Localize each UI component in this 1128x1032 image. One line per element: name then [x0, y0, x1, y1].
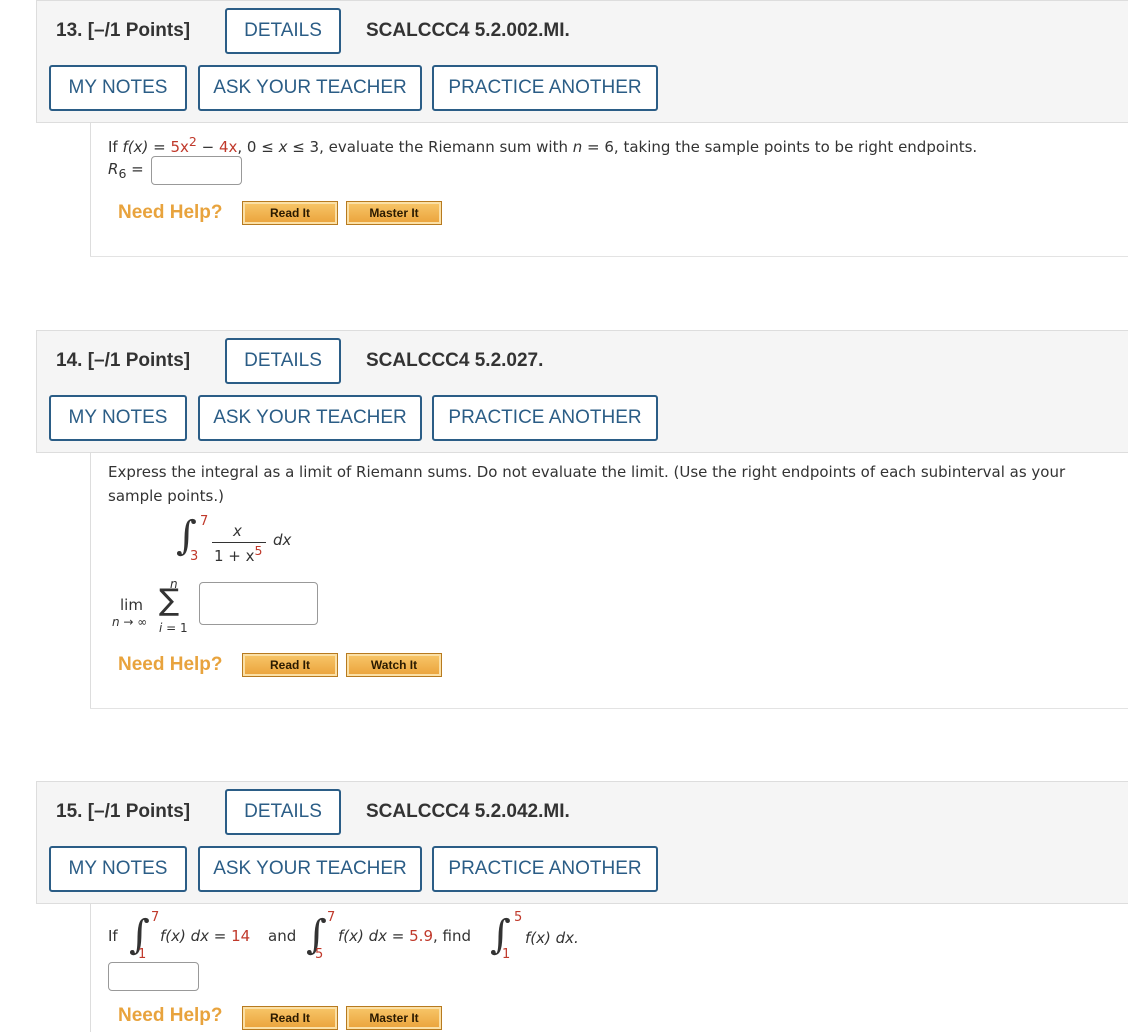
read-it-button[interactable]: Read It [242, 1006, 338, 1030]
question-15-header: 15. [–/1 Points] DETAILS SCALCCC4 5.2.04… [36, 781, 1128, 904]
need-help-label: Need Help? [118, 654, 223, 675]
ask-teacher-button[interactable]: ASK YOUR TEACHER [198, 395, 422, 441]
my-notes-button[interactable]: MY NOTES [49, 395, 187, 441]
ask-teacher-button[interactable]: ASK YOUR TEACHER [198, 65, 422, 111]
question-15-code: SCALCCC4 5.2.042.MI. [366, 801, 570, 822]
details-button[interactable]: DETAILS [225, 338, 341, 384]
integral-upper-limit: 7 [327, 910, 336, 925]
integral-upper-limit: 5 [514, 910, 523, 925]
practice-another-button[interactable]: PRACTICE ANOTHER [432, 65, 658, 111]
lim-subscript: n → ∞ [112, 615, 148, 629]
question-14-title: 14. [–/1 Points] [56, 350, 191, 371]
master-it-button[interactable]: Master It [346, 201, 442, 225]
question-15-title: 15. [–/1 Points] [56, 801, 191, 822]
question-13-code: SCALCCC4 5.2.002.MI. [366, 20, 570, 41]
practice-another-button[interactable]: PRACTICE ANOTHER [432, 846, 658, 892]
answer-input[interactable] [151, 156, 242, 185]
practice-another-button[interactable]: PRACTICE ANOTHER [432, 395, 658, 441]
integral-upper-limit: 7 [200, 514, 209, 529]
my-notes-button[interactable]: MY NOTES [49, 846, 187, 892]
question-14-code: SCALCCC4 5.2.027. [366, 350, 544, 371]
integral-lower-limit: 1 [502, 947, 511, 962]
need-help-label: Need Help? [118, 1005, 223, 1026]
question-14-header: 14. [–/1 Points] DETAILS SCALCCC4 5.2.02… [36, 330, 1128, 453]
divider [90, 256, 1128, 257]
question-13-title: 13. [–/1 Points] [56, 20, 191, 41]
if-label: If [108, 927, 118, 945]
sum-lower-index: i = 1 [159, 621, 188, 635]
fraction-numerator: x [233, 522, 242, 540]
watch-it-button[interactable]: Watch It [346, 653, 442, 677]
details-button[interactable]: DETAILS [225, 8, 341, 54]
integral-upper-limit: 7 [151, 910, 160, 925]
question-13-header: 13. [–/1 Points] DETAILS SCALCCC4 5.2.00… [36, 0, 1128, 123]
sum-answer-input[interactable] [199, 582, 318, 625]
summation-icon: ∑ [159, 583, 180, 618]
dx-label: dx [273, 531, 292, 549]
integral-2-expression: f(x) dx = 5.9, find [338, 927, 472, 945]
fraction-denominator: 1 + x5 [214, 543, 263, 565]
and-label: and [268, 927, 297, 945]
integral-1-expression: f(x) dx = 14 [160, 927, 251, 945]
question-14-prompt-line1: Express the integral as a limit of Riema… [108, 463, 1066, 481]
question-13-prompt: If f(x) = 5x2 − 4x, 0 ≤ x ≤ 3, evaluate … [108, 134, 978, 156]
integral-lower-limit: 1 [138, 947, 147, 962]
question-15: 15. [–/1 Points] DETAILS SCALCCC4 5.2.04… [36, 781, 1128, 1032]
master-it-button[interactable]: Master It [346, 1006, 442, 1030]
details-button[interactable]: DETAILS [225, 789, 341, 835]
question-14-prompt-line2: sample points.) [108, 487, 224, 505]
need-help-label: Need Help? [118, 202, 223, 223]
read-it-button[interactable]: Read It [242, 201, 338, 225]
read-it-button[interactable]: Read It [242, 653, 338, 677]
ask-teacher-button[interactable]: ASK YOUR TEACHER [198, 846, 422, 892]
r6-label: R6 = [108, 160, 144, 181]
question-14: 14. [–/1 Points] DETAILS SCALCCC4 5.2.02… [36, 330, 1128, 710]
answer-input[interactable] [108, 962, 199, 991]
question-13: 13. [–/1 Points] DETAILS SCALCCC4 5.2.00… [36, 0, 1128, 257]
my-notes-button[interactable]: MY NOTES [49, 65, 187, 111]
integral-lower-limit: 5 [315, 947, 324, 962]
lim-label: lim [120, 596, 143, 614]
divider [90, 708, 1128, 709]
integral-3-expression: f(x) dx. [525, 929, 579, 947]
integral-lower-limit: 3 [190, 549, 199, 564]
